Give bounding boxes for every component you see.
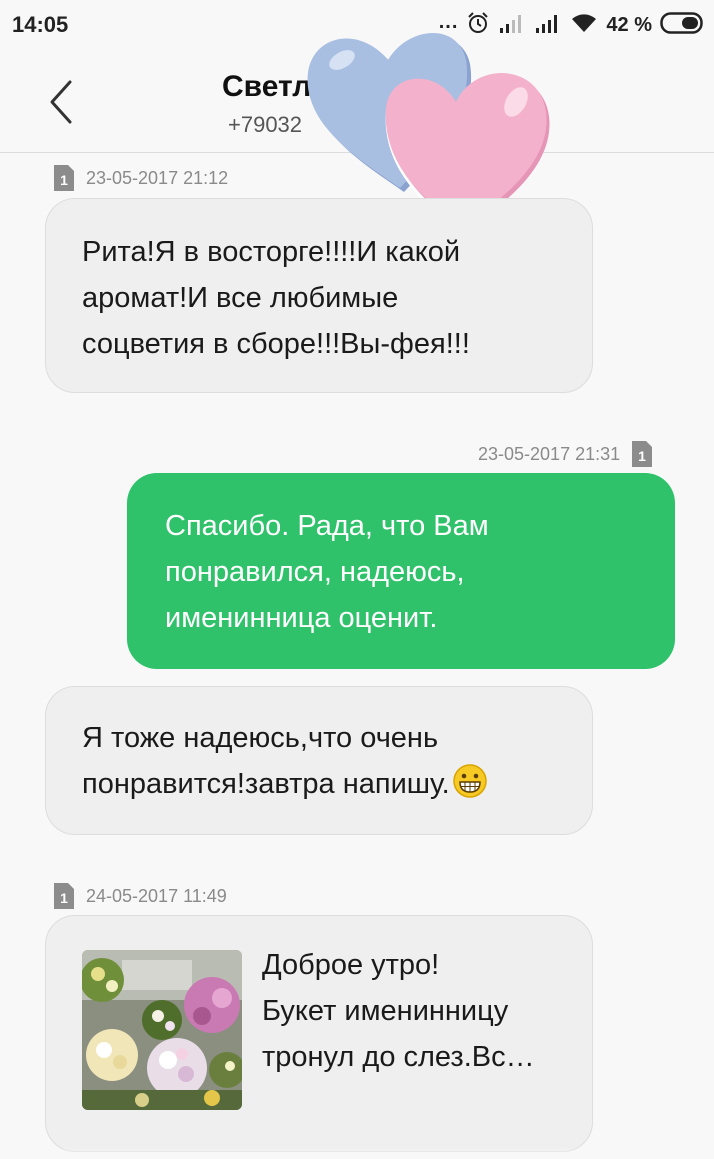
sim1-icon: 1 <box>54 883 74 909</box>
message-line: Доброе утро! <box>262 949 440 981</box>
message-timestamp: 1 24-05-2017 11:49 <box>54 883 227 909</box>
timestamp-text: 24-05-2017 11:49 <box>86 885 227 906</box>
message-line: аромат!И все любимые <box>82 282 399 314</box>
message-line: Я тоже надеюсь,что очень <box>82 722 439 754</box>
grinning-face-icon <box>452 763 488 799</box>
svg-text:1: 1 <box>638 448 646 464</box>
sim1-icon: 1 <box>54 165 74 191</box>
wifi-icon <box>570 12 598 39</box>
timestamp-text: 23-05-2017 21:31 <box>478 443 621 464</box>
message-bubble-incoming-mms[interactable]: Доброе утро! Букет именинницу тронул до … <box>45 915 593 1152</box>
battery-icon <box>660 11 706 40</box>
sim1-icon: 1 <box>632 441 653 467</box>
chevron-left-icon <box>50 80 72 124</box>
message-line: Рита!Я в восторге!!!!И какой <box>82 236 461 268</box>
bottom-fade <box>0 1147 714 1159</box>
mms-text: Доброе утро! Букет именинницу тронул до … <box>262 942 535 1080</box>
message-bubble-outgoing[interactable]: Спасибо. Рада, что Вам понравился, надею… <box>127 473 675 669</box>
message-line: Букет именинницу <box>262 995 509 1027</box>
message-line: понравился, надеюсь, <box>165 556 465 588</box>
message-line: именинница оценит. <box>165 602 438 634</box>
svg-text:1: 1 <box>60 172 68 188</box>
flowers-photo-attachment[interactable] <box>82 950 242 1110</box>
battery-percent: 42 % <box>606 13 652 36</box>
message-timestamp: 1 23-05-2017 21:12 <box>54 165 228 191</box>
message-timestamp: 23-05-2017 21:31 1 <box>478 441 653 467</box>
message-line: соцветия в сборе!!!Вы-фея!!! <box>82 328 470 360</box>
status-time: 14:05 <box>12 12 69 37</box>
timestamp-text: 23-05-2017 21:12 <box>86 167 229 188</box>
message-bubble-incoming[interactable]: Я тоже надеюсь,что очень понравится!завт… <box>45 686 593 835</box>
message-line: тронул до слез.Вс… <box>262 1041 535 1073</box>
svg-text:1: 1 <box>60 890 68 906</box>
message-line: понравится!завтра напишу. <box>82 761 556 807</box>
message-line: Спасибо. Рада, что Вам <box>165 510 489 542</box>
back-button[interactable] <box>40 76 84 128</box>
message-bubble-incoming[interactable]: Рита!Я в восторге!!!!И какой аромат!И вс… <box>45 198 593 393</box>
